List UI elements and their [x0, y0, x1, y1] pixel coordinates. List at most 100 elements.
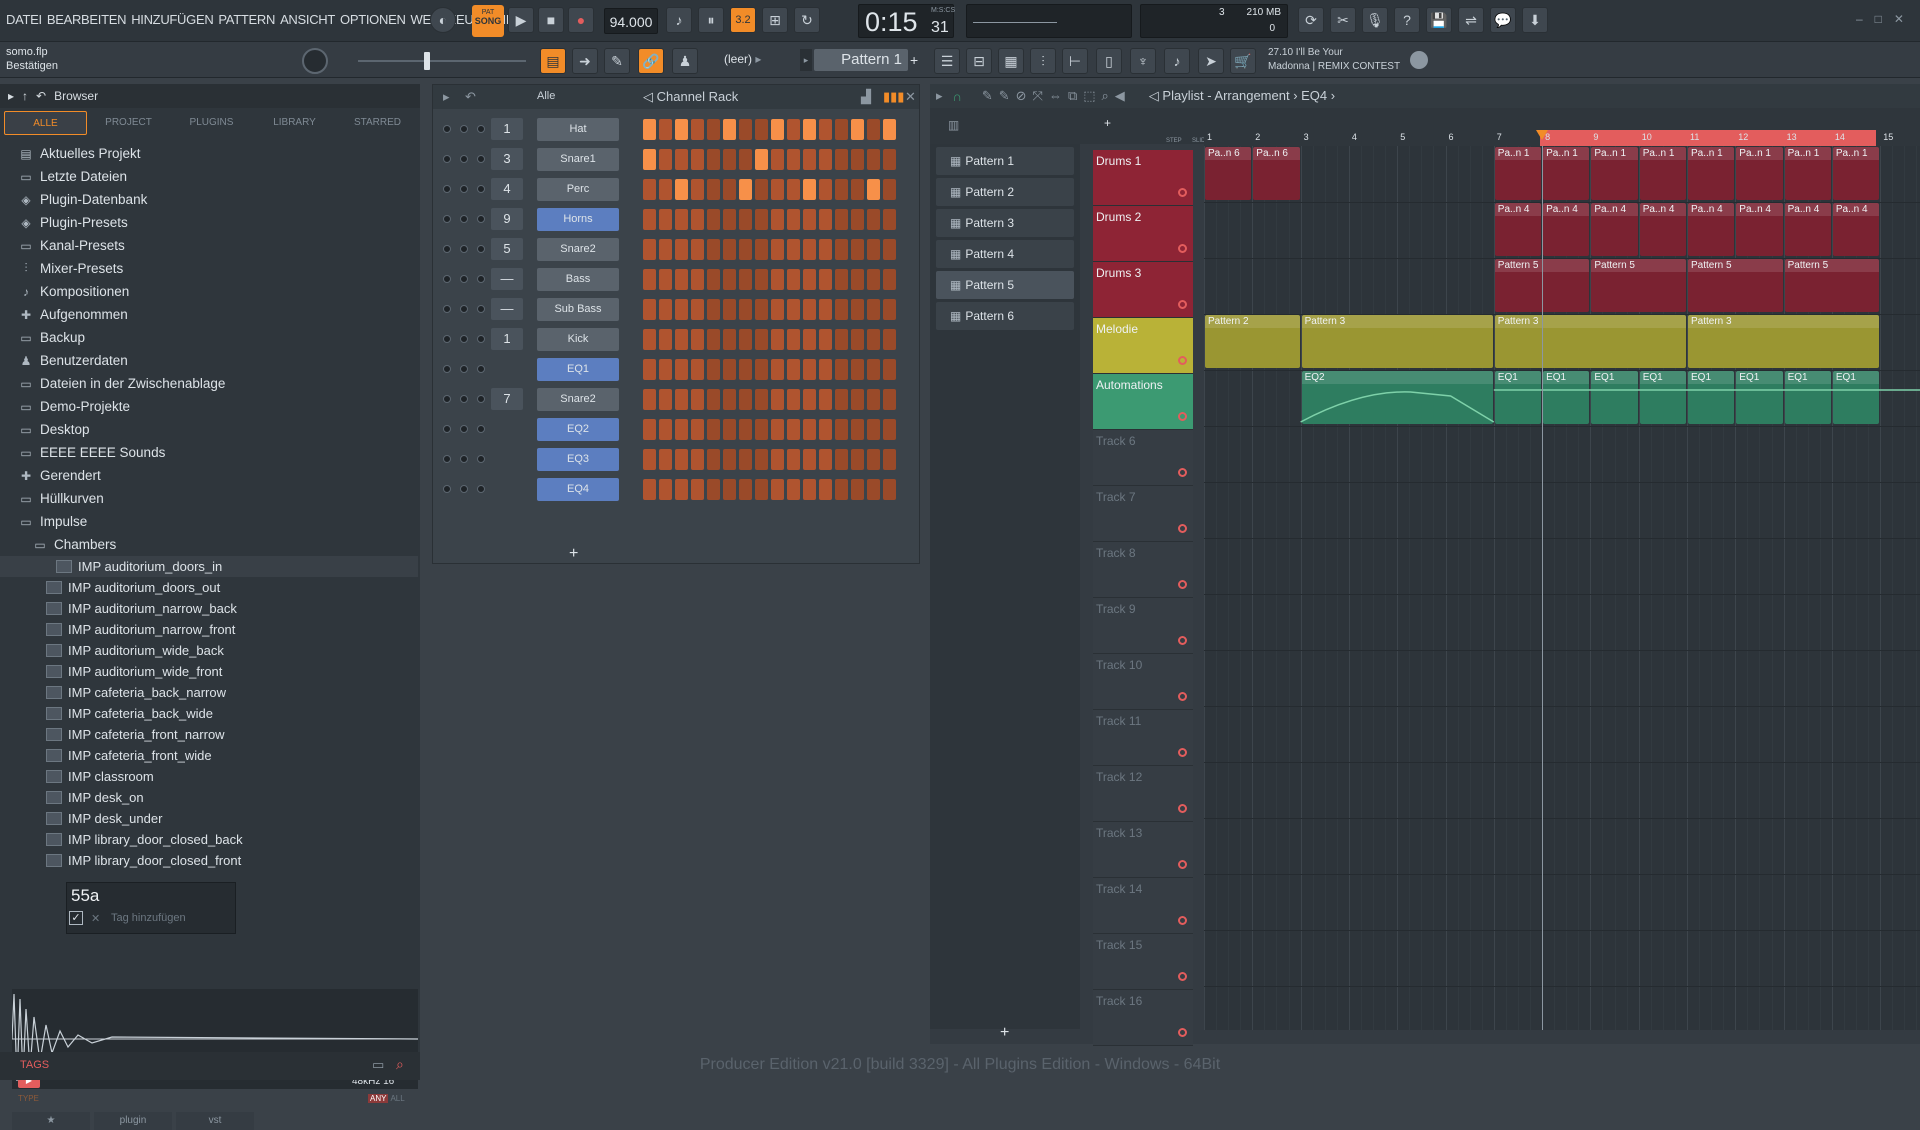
- step-button[interactable]: [675, 119, 688, 140]
- browser-folder[interactable]: ▭ Dateien in der Zwischenablage: [0, 372, 418, 395]
- step-button[interactable]: [659, 479, 672, 500]
- step-button[interactable]: [723, 239, 736, 260]
- browser-tab[interactable]: LIBRARY: [253, 111, 336, 135]
- tag-checkbox[interactable]: ✓: [69, 911, 83, 925]
- step-button[interactable]: [771, 449, 784, 470]
- browser-file[interactable]: IMP library_door_closed_front: [0, 850, 418, 871]
- step-button[interactable]: [803, 149, 816, 170]
- step-button[interactable]: [867, 299, 880, 320]
- volume-knob-icon[interactable]: [477, 275, 485, 283]
- step-button[interactable]: [787, 299, 800, 320]
- step-button[interactable]: [723, 359, 736, 380]
- step-button[interactable]: [883, 419, 896, 440]
- step-button[interactable]: [659, 269, 672, 290]
- mic-icon[interactable]: 🎙: [1362, 7, 1388, 33]
- step-button[interactable]: [819, 119, 832, 140]
- step-button[interactable]: [707, 449, 720, 470]
- step-button[interactable]: [867, 449, 880, 470]
- step-button[interactable]: [835, 419, 848, 440]
- step-button[interactable]: [819, 299, 832, 320]
- channel-filter[interactable]: Alle: [537, 90, 555, 102]
- rack-steps-icon[interactable]: ▮▮▮: [883, 89, 904, 105]
- step-button[interactable]: [659, 209, 672, 230]
- menu-item[interactable]: PATTERN: [218, 12, 275, 27]
- track-mute-icon[interactable]: [1178, 468, 1187, 477]
- track-mute-icon[interactable]: [1178, 1028, 1187, 1037]
- step-button[interactable]: [819, 239, 832, 260]
- step-button[interactable]: [691, 119, 704, 140]
- step-button[interactable]: [819, 269, 832, 290]
- track-mute-icon[interactable]: [1178, 412, 1187, 421]
- step-button[interactable]: [803, 449, 816, 470]
- track-header[interactable]: Track 12: [1093, 766, 1193, 822]
- step-button[interactable]: [835, 389, 848, 410]
- step-button[interactable]: [835, 479, 848, 500]
- track-mute-icon[interactable]: [1178, 524, 1187, 533]
- step-button[interactable]: [643, 479, 656, 500]
- track-mute-icon[interactable]: [1178, 636, 1187, 645]
- step-button[interactable]: [851, 329, 864, 350]
- playlist-clip[interactable]: Pa..n 4: [1591, 203, 1638, 256]
- arrow-icon[interactable]: ➜: [572, 48, 598, 74]
- rack-icon[interactable]: ▦: [998, 48, 1024, 74]
- playlist-tools-icon[interactable]: ✎✎⊘⤧⇔⧉⬚⌕◀: [982, 88, 1131, 104]
- track-mute-icon[interactable]: [1178, 916, 1187, 925]
- step-button[interactable]: [787, 119, 800, 140]
- master-pitch-slider[interactable]: [358, 60, 526, 62]
- track-header[interactable]: Track 7: [1093, 486, 1193, 542]
- link-icon[interactable]: 🔗: [638, 48, 664, 74]
- rack-close-icon[interactable]: ✕: [905, 89, 916, 105]
- type-all-badge[interactable]: ALL: [390, 1094, 404, 1103]
- step-button[interactable]: [851, 149, 864, 170]
- browser-tab[interactable]: ALLE: [4, 111, 87, 135]
- step-button[interactable]: [755, 179, 768, 200]
- channel-mixer-track[interactable]: 1: [491, 328, 523, 350]
- step-button[interactable]: [755, 479, 768, 500]
- menu-item[interactable]: ANSICHT: [280, 12, 335, 27]
- step-button[interactable]: [803, 419, 816, 440]
- step-button[interactable]: [691, 329, 704, 350]
- menu-item[interactable]: DATEI: [6, 12, 42, 27]
- usb-icon[interactable]: ⇌: [1458, 7, 1484, 33]
- step-button[interactable]: [867, 149, 880, 170]
- rack-graph-icon[interactable]: ▟: [861, 89, 871, 105]
- browser-folder[interactable]: ◈ Plugin-Datenbank: [0, 188, 418, 211]
- track-mute-icon[interactable]: [1178, 188, 1187, 197]
- pan-knob-icon[interactable]: [460, 215, 468, 223]
- step-button[interactable]: [739, 389, 752, 410]
- step-button[interactable]: [867, 329, 880, 350]
- channel-name-button[interactable]: Sub Bass: [537, 298, 619, 321]
- step-button[interactable]: [755, 419, 768, 440]
- track-header[interactable]: Drums 1: [1093, 150, 1193, 206]
- browser-subfolder[interactable]: ▭ Chambers: [0, 533, 418, 556]
- track-mute-icon[interactable]: [1178, 244, 1187, 253]
- step-button[interactable]: [787, 209, 800, 230]
- step-button[interactable]: [707, 479, 720, 500]
- folder-icon[interactable]: ▭: [372, 1057, 384, 1073]
- browser-folder[interactable]: ▭ Backup: [0, 326, 418, 349]
- browser-file[interactable]: IMP auditorium_wide_front: [0, 661, 418, 682]
- step-button[interactable]: [739, 179, 752, 200]
- stop-button[interactable]: ■: [538, 7, 564, 33]
- browser-file[interactable]: IMP auditorium_doors_out: [0, 577, 418, 598]
- step-button[interactable]: [771, 479, 784, 500]
- step-button[interactable]: [643, 389, 656, 410]
- loop-region[interactable]: [1540, 130, 1876, 146]
- step-button[interactable]: [819, 179, 832, 200]
- mute-led-icon[interactable]: [443, 305, 451, 313]
- step-button[interactable]: [835, 119, 848, 140]
- browser-file[interactable]: IMP auditorium_wide_back: [0, 640, 418, 661]
- mute-led-icon[interactable]: [443, 365, 451, 373]
- channel-name-button[interactable]: EQ3: [537, 448, 619, 471]
- step-button[interactable]: [755, 449, 768, 470]
- playlist-clip[interactable]: Pattern 5: [1688, 259, 1783, 312]
- playlist-clip[interactable]: Pa..n 4: [1832, 203, 1880, 256]
- browser-folder[interactable]: ♟ Benutzerdaten: [0, 349, 418, 372]
- step-button[interactable]: [787, 179, 800, 200]
- step-button[interactable]: [659, 299, 672, 320]
- step-button[interactable]: [771, 149, 784, 170]
- step-button[interactable]: [643, 239, 656, 260]
- browser-folder[interactable]: ✚ Aufgenommen: [0, 303, 418, 326]
- step-button[interactable]: [787, 239, 800, 260]
- channel-mixer-track[interactable]: 1: [491, 118, 523, 140]
